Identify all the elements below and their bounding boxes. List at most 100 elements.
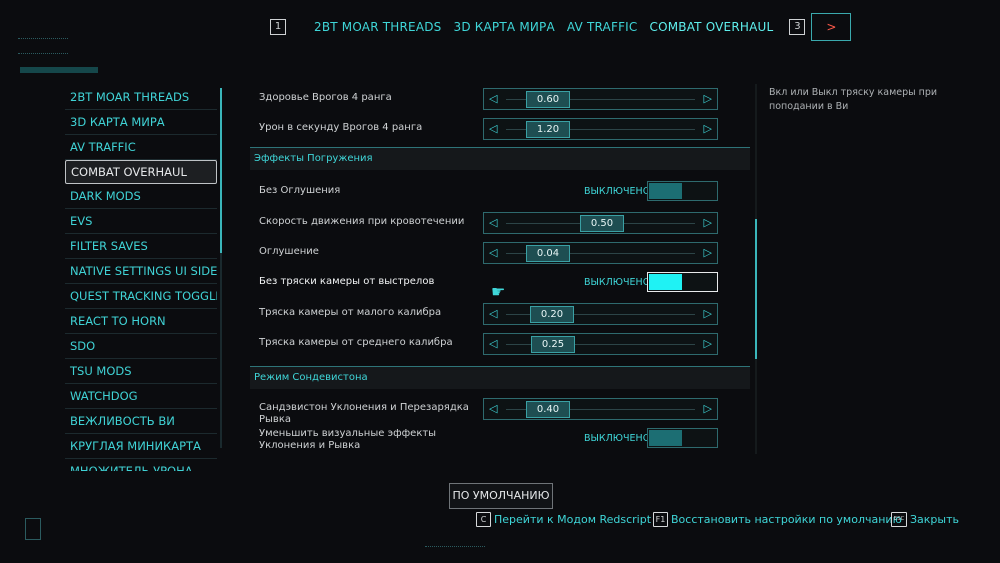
setting-label: Оглушение [259, 246, 319, 257]
prev-tab-key[interactable]: 1 [270, 19, 286, 35]
setting-label: Сандэвистон Уклонения и Перезарядка Рывк… [259, 402, 469, 425]
slider-left-arrow-icon[interactable]: ◁ [489, 216, 497, 229]
setting-row: Уменьшить визуальные эффекты Уклонения и… [250, 424, 740, 452]
next-page-button[interactable]: > [811, 13, 852, 41]
mod-list-item[interactable]: WATCHDOG [65, 384, 217, 409]
mod-list-scrollbar[interactable] [220, 88, 222, 448]
mod-list: 2BT MOAR THREADS 3D КАРТА МИРА AV TRAFFI… [65, 85, 217, 471]
setting-label: Урон в секунду Врогов 4 ранга [259, 122, 423, 133]
mod-list-item[interactable]: NATIVE SETTINGS UI SIDE [65, 259, 217, 284]
slider-right-arrow-icon[interactable]: ▷ [704, 337, 712, 350]
setting-slider[interactable]: ◁ 0.25 ▷ [483, 333, 718, 355]
hint-restore-defaults[interactable]: F1 Восстановить настройки по умолчанию [653, 510, 902, 528]
setting-row: Здоровье Врогов 4 ранга ◁ 0.60 ▷ [250, 84, 740, 114]
setting-row: Тряска камеры от малого калибра ◁ 0.20 ▷ [250, 299, 740, 329]
setting-toggle[interactable] [647, 428, 718, 448]
slider-right-arrow-icon[interactable]: ▷ [704, 402, 712, 415]
tab-2bt-moar-threads[interactable]: 2BT MOAR THREADS [314, 20, 442, 34]
mod-list-item[interactable]: 3D КАРТА МИРА [65, 110, 217, 135]
slider-left-arrow-icon[interactable]: ◁ [489, 92, 497, 105]
scrollbar-thumb[interactable] [755, 219, 757, 359]
slider-value[interactable]: 0.40 [526, 401, 570, 418]
version-badge-icon [25, 518, 41, 540]
hint-text: Перейти к Модом Redscript [494, 512, 652, 526]
setting-row: Без Оглушения ВЫКЛЮЧЕНО [250, 177, 740, 207]
setting-label: Тряска камеры от среднего калибра [259, 337, 453, 348]
setting-label: Уменьшить визуальные эффекты Уклонения и… [259, 428, 437, 451]
mod-list-item[interactable]: КРУГЛАЯ МИНИКАРТА [65, 434, 217, 459]
mod-list-item[interactable]: TSU MODS [65, 359, 217, 384]
slider-right-arrow-icon[interactable]: ▷ [704, 216, 712, 229]
slider-right-arrow-icon[interactable]: ▷ [704, 122, 712, 135]
setting-toggle[interactable] [647, 272, 718, 292]
default-button[interactable]: ПО УМОЛЧАНИЮ [449, 483, 553, 509]
key-c-icon: C [476, 511, 491, 527]
mod-list-item[interactable]: FILTER SAVES [65, 234, 217, 259]
slider-value[interactable]: 0.20 [530, 306, 574, 323]
hint-redscript[interactable]: C Перейти к Модом Redscript [476, 510, 651, 528]
setting-slider[interactable]: ◁ 0.20 ▷ [483, 303, 718, 325]
hint-text: Восстановить настройки по умолчанию [671, 512, 902, 526]
hud-decoration [18, 38, 68, 54]
tab-combat-overhaul[interactable]: COMBAT OVERHAUL [649, 20, 773, 34]
slider-left-arrow-icon[interactable]: ◁ [489, 402, 497, 415]
slider-right-arrow-icon[interactable]: ▷ [704, 307, 712, 320]
tab-3d-karta-mira[interactable]: 3D КАРТА МИРА [454, 20, 555, 34]
setting-row: Скорость движения при кровотечении ◁ 0.5… [250, 208, 740, 238]
mod-list-item[interactable]: DARK MODS [65, 184, 217, 209]
setting-description: Вкл или Выкл тряску камеры при поподании… [769, 87, 938, 112]
setting-slider[interactable]: ◁ 0.60 ▷ [483, 88, 718, 110]
setting-label: Здоровье Врогов 4 ранга [259, 92, 392, 103]
hint-text: Закрыть [910, 512, 959, 526]
setting-slider[interactable]: ◁ 1.20 ▷ [483, 118, 718, 140]
setting-row: Сандэвистон Уклонения и Перезарядка Рывк… [250, 394, 740, 425]
slider-value[interactable]: 0.50 [580, 215, 624, 232]
mod-list-item[interactable]: МНОЖИТЕЛЬ УРОНА [65, 459, 217, 471]
slider-value[interactable]: 0.25 [531, 336, 575, 353]
mod-list-item[interactable]: 2BT MOAR THREADS [65, 85, 217, 110]
setting-row: Оглушение ◁ 0.04 ▷ [250, 238, 740, 268]
next-tab-key[interactable]: 3 [789, 19, 806, 35]
setting-label: Без тряски камеры от выстрелов [259, 276, 435, 287]
scrollbar-thumb[interactable] [220, 88, 222, 253]
slider-left-arrow-icon[interactable]: ◁ [489, 337, 497, 350]
toggle-state: ВЫКЛЮЧЕНО [584, 433, 651, 444]
key-esc-icon: ESC [891, 511, 907, 527]
setting-label: Скорость движения при кровотечении [259, 216, 465, 227]
mod-list-item[interactable]: AV TRAFFIC [65, 135, 217, 160]
mod-list-item[interactable]: REACT TO HORN [65, 309, 217, 334]
slider-value[interactable]: 0.60 [526, 91, 570, 108]
section-header: Режим Сондевистона [250, 366, 750, 389]
setting-row: Урон в секунду Врогов 4 ранга ◁ 1.20 ▷ [250, 114, 740, 144]
toggle-state: ВЫКЛЮЧЕНО [584, 186, 651, 197]
setting-slider[interactable]: ◁ 0.40 ▷ [483, 398, 718, 420]
setting-label: Без Оглушения [259, 185, 341, 196]
hud-decoration [425, 546, 485, 549]
setting-toggle[interactable] [647, 181, 718, 201]
settings-panel: Здоровье Врогов 4 ранга ◁ 0.60 ▷ Урон в … [250, 84, 750, 452]
slider-value[interactable]: 0.04 [526, 245, 570, 262]
key-f1-icon: F1 [653, 511, 668, 527]
section-title: Эффекты Погружения [254, 153, 373, 164]
slider-left-arrow-icon[interactable]: ◁ [489, 246, 497, 259]
setting-slider[interactable]: ◁ 0.04 ▷ [483, 242, 718, 264]
slider-right-arrow-icon[interactable]: ▷ [704, 246, 712, 259]
mod-list-item[interactable]: ВЕЖЛИВОСТЬ ВИ [65, 409, 217, 434]
mod-list-item-active[interactable]: COMBAT OVERHAUL [65, 160, 217, 184]
section-title: Режим Сондевистона [254, 372, 368, 383]
mod-list-item[interactable]: EVS [65, 209, 217, 234]
hud-decoration-bar [20, 67, 98, 73]
toggle-state: ВЫКЛЮЧЕНО [584, 277, 651, 288]
mod-list-item[interactable]: QUEST TRACKING TOGGLE [65, 284, 217, 309]
slider-left-arrow-icon[interactable]: ◁ [489, 122, 497, 135]
slider-left-arrow-icon[interactable]: ◁ [489, 307, 497, 320]
setting-slider[interactable]: ◁ 0.50 ▷ [483, 212, 718, 234]
settings-scrollbar[interactable] [755, 84, 757, 454]
top-tab-bar: 1 2BT MOAR THREADS 3D КАРТА МИРА AV TRAF… [270, 12, 852, 42]
slider-right-arrow-icon[interactable]: ▷ [704, 92, 712, 105]
hint-close[interactable]: ESC Закрыть [891, 510, 959, 528]
mod-list-item[interactable]: SDO [65, 334, 217, 359]
slider-value[interactable]: 1.20 [526, 121, 570, 138]
section-header: Эффекты Погружения [250, 147, 750, 170]
tab-av-traffic[interactable]: AV TRAFFIC [567, 20, 638, 34]
